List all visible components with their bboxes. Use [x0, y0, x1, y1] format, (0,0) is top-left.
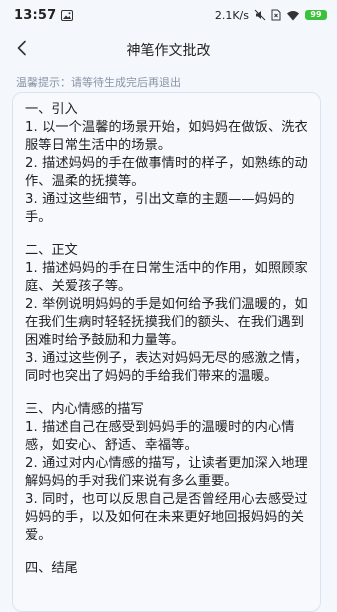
battery-icon: 99 [305, 10, 327, 20]
no-sim-icon [271, 9, 281, 21]
outline-item: 1. 以一个温馨的场景开始，如妈妈在做饭、洗衣服等日常生活中的场景。 [25, 120, 308, 153]
status-time: 13:57 [14, 7, 57, 23]
section-heading: 二、正文 [25, 243, 78, 258]
essay-outline-card: 一、引入 1. 以一个温馨的场景开始，如妈妈在做饭、洗衣服等日常生活中的场景。 … [12, 92, 321, 612]
mute-icon [254, 9, 266, 21]
status-bar: 13:57 2.1K/s 99 [0, 0, 337, 30]
outline-item: 2. 描述妈妈的手在做事情时的样子，如熟练的动作、温柔的抚摸等。 [25, 156, 308, 189]
section: 四、结尾 [25, 560, 308, 578]
outline-item: 3. 同时，也可以反思自己是否曾经用心去感受过妈妈的手，以及如何在未来更好地回报… [25, 492, 308, 543]
page-title: 神笔作文批改 [126, 43, 211, 59]
network-speed: 2.1K/s [214, 8, 249, 22]
section: 一、引入 1. 以一个温馨的场景开始，如妈妈在做饭、洗衣服等日常生活中的场景。 … [25, 101, 308, 227]
tip-text: 温馨提示：请等待生成完后再退出 [16, 76, 181, 89]
section: 三、内心情感的描写 1. 描述自己在感受到妈妈手的温暖时的内心情感，如安心、舒适… [25, 401, 308, 545]
outline-item: 3. 通过这些细节，引出文章的主题——妈妈的手。 [25, 192, 295, 225]
section-heading: 四、结尾 [25, 561, 78, 576]
section: 二、正文 1. 描述妈妈的手在日常生活中的作用，如照顾家庭、关爱孩子等。 2. … [25, 242, 308, 386]
outline-item: 1. 描述自己在感受到妈妈手的温暖时的内心情感，如安心、舒适、幸福等。 [25, 420, 295, 453]
outline-item: 2. 通过对内心情感的描写，让读者更加深入地理解妈妈的手对我们来说有多么重要。 [25, 456, 308, 489]
image-notification-icon [61, 9, 74, 21]
wifi-icon [286, 10, 300, 21]
chevron-left-icon [16, 40, 28, 60]
status-right: 2.1K/s 99 [215, 9, 327, 22]
outline-item: 1. 描述妈妈的手在日常生活中的作用，如照顾家庭、关爱孩子等。 [25, 261, 308, 294]
nav-bar: 神笔作文批改 [0, 30, 337, 70]
section-heading: 三、内心情感的描写 [25, 402, 144, 417]
outline-item: 3. 通过这些例子，表达对妈妈无尽的感激之情，同时也突出了妈妈的手给我们带来的温… [25, 351, 308, 384]
status-left: 13:57 [14, 7, 74, 23]
back-button[interactable] [10, 38, 34, 62]
section-heading: 一、引入 [25, 102, 78, 117]
outline-item: 2. 举例说明妈妈的手是如何给予我们温暖的，如在我们生病时轻轻抚摸我们的额头、在… [25, 297, 308, 348]
